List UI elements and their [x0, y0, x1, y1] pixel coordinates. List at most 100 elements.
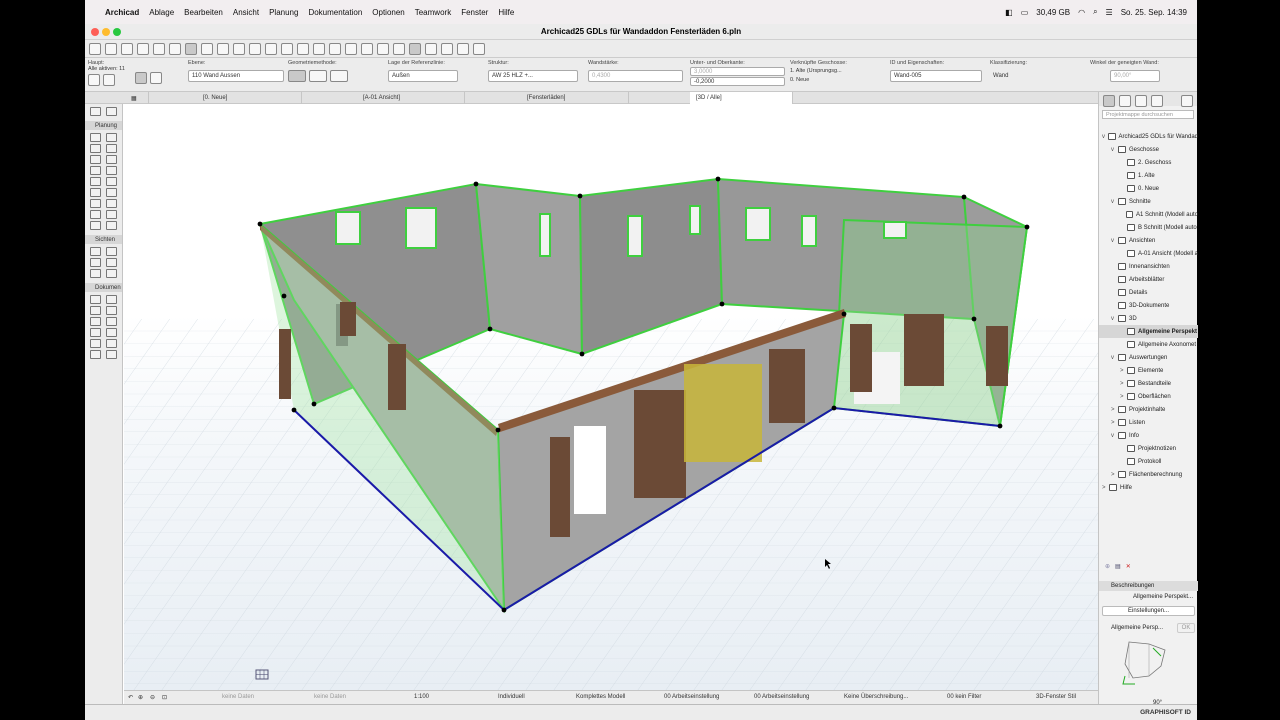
elevation-tool-icon[interactable]	[105, 247, 117, 256]
tree-caret-icon[interactable]: >	[1102, 485, 1109, 491]
column-tool-icon[interactable]	[105, 133, 117, 142]
tree-caret-icon[interactable]: >	[1111, 407, 1118, 413]
chain-wall-icon[interactable]	[309, 70, 327, 82]
suspend-group-icon[interactable]	[313, 42, 325, 55]
menu-ablage[interactable]: Ablage	[149, 8, 174, 17]
tree-node[interactable]: Projektnotizen	[1099, 442, 1198, 455]
filter-select[interactable]: 00 kein Filter	[947, 694, 981, 700]
new-view-icon[interactable]: ⊕	[1105, 563, 1110, 571]
stair-tool-icon[interactable]	[90, 166, 102, 175]
tree-node[interactable]: A-01 Ansicht (Modell a	[1099, 247, 1198, 260]
rect-wall-icon[interactable]	[330, 70, 348, 82]
arbeitseinstellung-select-2[interactable]: 00 Arbeitseinstellung	[754, 694, 809, 700]
interior-elevation-tool-icon[interactable]	[90, 258, 102, 267]
publisher-icon[interactable]	[1151, 95, 1163, 107]
grid-icon[interactable]	[233, 42, 245, 55]
skylight-tool-icon[interactable]	[90, 188, 102, 197]
zone-tool-icon[interactable]	[90, 221, 102, 230]
save-view-icon[interactable]: ▤	[1115, 563, 1121, 571]
oberkante-field[interactable]: 3,0000	[690, 67, 785, 76]
window-back-1[interactable]	[335, 211, 361, 245]
tree-node[interactable]: > Oberflächen	[1099, 390, 1198, 403]
scale-select[interactable]: 1:100	[414, 694, 429, 700]
close-window-button[interactable]	[91, 28, 99, 36]
shutter-front-2[interactable]	[634, 390, 686, 498]
line-tool-icon[interactable]	[105, 317, 117, 326]
status-icon[interactable]: ◧	[1005, 8, 1013, 17]
individuell-select[interactable]: Individuell	[498, 694, 525, 700]
tree-caret-icon[interactable]: v	[1111, 147, 1118, 153]
level-dimension-tool-icon[interactable]	[105, 295, 117, 304]
modell-select[interactable]: Komplettes Modell	[576, 694, 625, 700]
worksheet-tool-icon[interactable]	[105, 258, 117, 267]
window-back-6[interactable]	[745, 207, 771, 241]
ok-button[interactable]: OK	[1177, 623, 1195, 633]
eyedropper-icon[interactable]	[153, 42, 165, 55]
tree-caret-icon[interactable]: v	[1111, 238, 1118, 244]
window-back-8[interactable]	[883, 221, 907, 239]
section-tool-icon[interactable]	[90, 247, 102, 256]
marquee-tool-icon[interactable]	[106, 107, 118, 116]
window-back-5[interactable]	[689, 205, 701, 235]
snap-guides-icon[interactable]	[217, 42, 229, 55]
cursor-icon[interactable]	[249, 42, 261, 55]
storage-icon[interactable]: ▭	[1021, 8, 1029, 17]
tree-node[interactable]: B Schnitt (Modell auto	[1099, 221, 1198, 234]
drawing-tool-icon[interactable]	[105, 350, 117, 359]
tree-node[interactable]: > Hilfe	[1099, 481, 1198, 494]
shutter-right-3[interactable]	[850, 324, 872, 392]
tab-fensterlaeden[interactable]: [Fensterläden]	[521, 92, 629, 104]
fill-tool-icon[interactable]	[90, 317, 102, 326]
tree-caret-icon[interactable]: v	[1111, 316, 1118, 322]
tree-node[interactable]: v Auswertungen	[1099, 351, 1198, 364]
3d-model-canvas[interactable]	[124, 104, 1098, 690]
beschreibungen-header[interactable]: Beschreibungen	[1099, 581, 1198, 591]
view-map-icon[interactable]	[1119, 95, 1131, 107]
stil-select[interactable]: 3D-Fenster Stil	[1036, 694, 1076, 700]
tree-node[interactable]: > Bestandteile	[1099, 377, 1198, 390]
curtainwall-tool-icon[interactable]	[90, 199, 102, 208]
tree-node[interactable]: > Flächenberechnung	[1099, 468, 1198, 481]
door-tool-icon[interactable]	[90, 177, 102, 186]
morph-tool-icon[interactable]	[105, 199, 117, 208]
shutter-front-1[interactable]	[550, 437, 570, 537]
change-tool-icon[interactable]	[105, 269, 117, 278]
redo-icon[interactable]	[121, 42, 133, 55]
tab-3d[interactable]: [3D / Alle]	[690, 92, 793, 104]
window-back-7[interactable]	[801, 215, 817, 247]
control-center-icon[interactable]: ☰	[1106, 8, 1113, 17]
menu-hilfe[interactable]: Hilfe	[498, 8, 514, 17]
tree-node[interactable]: 0. Neue	[1099, 182, 1198, 195]
arbeitseinstellung-select-1[interactable]: 00 Arbeitseinstellung	[664, 694, 719, 700]
spline-tool-icon[interactable]	[90, 339, 102, 348]
tree-caret-icon[interactable]: v	[1111, 433, 1118, 439]
tree-node[interactable]: > Elemente	[1099, 364, 1198, 377]
window-tool-icon[interactable]	[105, 177, 117, 186]
window-back-2[interactable]	[405, 207, 437, 249]
tree-node[interactable]: Protokoll	[1099, 455, 1198, 468]
straight-wall-icon[interactable]	[288, 70, 306, 82]
tab-floorplan[interactable]: [0. Neue]	[197, 92, 302, 104]
marquee-icon[interactable]	[265, 42, 277, 55]
id-field[interactable]: Wand-005	[890, 70, 982, 82]
selection-arrow-icon[interactable]	[88, 74, 100, 86]
window-back-4[interactable]	[627, 215, 643, 257]
arc-tool-icon[interactable]	[90, 328, 102, 337]
einstellungen-button[interactable]: Einstellungen...	[1102, 606, 1195, 616]
tree-caret-icon[interactable]: v	[1111, 355, 1118, 361]
ueberschreibung-select[interactable]: Keine Überschreibung...	[844, 694, 908, 700]
winkel-field[interactable]: 90,00°	[1110, 70, 1160, 82]
tab-overview-icon[interactable]: ▦	[125, 92, 149, 104]
shutter-right-2[interactable]	[986, 326, 1008, 386]
settings-arrow-icon[interactable]	[103, 74, 115, 86]
opening-tool-icon[interactable]	[105, 188, 117, 197]
layout-book-icon[interactable]	[1135, 95, 1147, 107]
zoom-out-icon[interactable]: ⊖	[150, 694, 155, 701]
navigator-menu-icon[interactable]	[1181, 95, 1193, 107]
menu-app[interactable]: Archicad	[105, 8, 139, 17]
menu-planung[interactable]: Planung	[269, 8, 298, 17]
menu-dokumentation[interactable]: Dokumentation	[308, 8, 362, 17]
tree-node[interactable]: v Ansichten	[1099, 234, 1198, 247]
struktur-select[interactable]: AW 25 HLZ +...	[488, 70, 578, 82]
tree-node[interactable]: Arbeitsblätter	[1099, 273, 1198, 286]
